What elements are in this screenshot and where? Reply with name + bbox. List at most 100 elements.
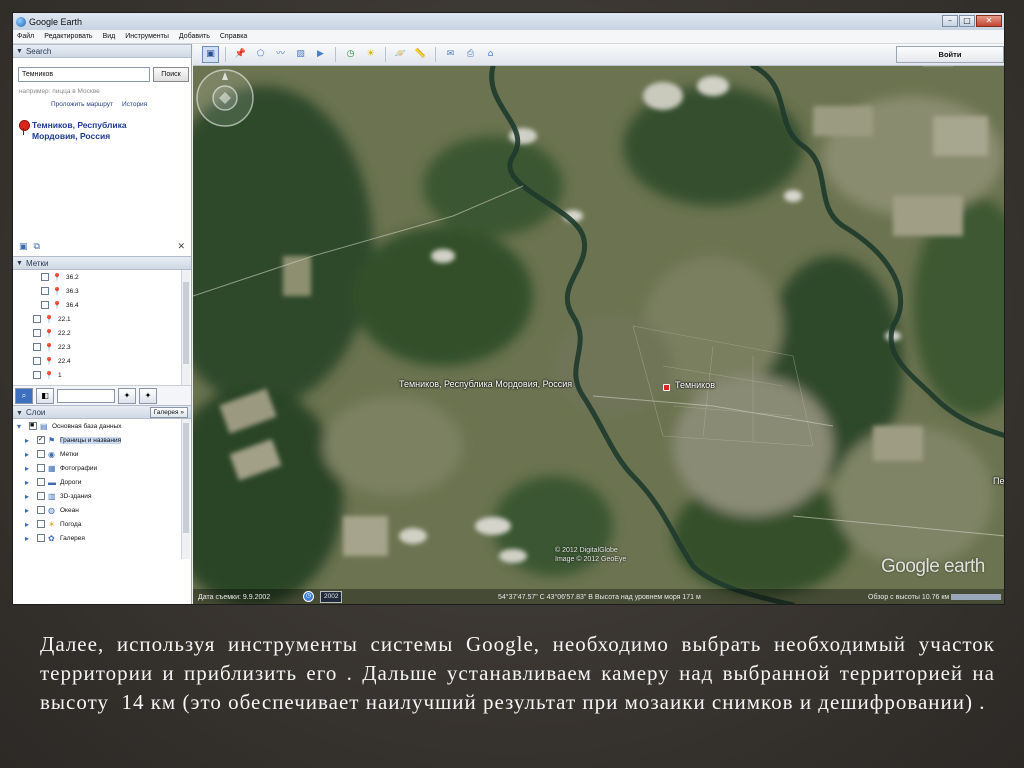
list-item[interactable]: 📍 1	[13, 368, 191, 382]
add-placemark-icon[interactable]: 📌	[232, 46, 249, 63]
search-hint: например: пицца в Москве	[19, 88, 100, 95]
add-path-icon[interactable]: 〰	[272, 46, 289, 63]
print-icon[interactable]: ⎙	[462, 46, 479, 63]
expand-triangle-icon[interactable]: ▸	[25, 436, 34, 445]
list-item[interactable]: 📍 22.1	[13, 312, 191, 326]
email-icon[interactable]: ✉	[442, 46, 459, 63]
move-down-icon[interactable]: ✦	[139, 387, 157, 404]
checkbox[interactable]: ✓	[37, 436, 45, 444]
menu-tools[interactable]: Инструменты	[125, 33, 169, 40]
checkbox[interactable]	[41, 273, 49, 281]
copy-icon[interactable]: ⧉	[34, 242, 40, 252]
expand-triangle-icon[interactable]: ▸	[25, 534, 34, 543]
gallery-icon: ✿	[48, 533, 55, 543]
expand-triangle-icon[interactable]: ▸	[25, 506, 34, 515]
checkbox[interactable]	[37, 450, 45, 458]
search-result-text[interactable]: Темников, Республика Мордовия, Россия	[32, 120, 172, 142]
checkbox[interactable]: ■	[29, 422, 37, 430]
historical-imagery-clock-icon[interactable]: ◷	[303, 591, 314, 602]
imagery-year-badge[interactable]: 2002	[320, 591, 343, 603]
list-item[interactable]: ▸ ◉ Метки	[13, 447, 191, 461]
layers-panel-header[interactable]: ▼ Слои Галерея »	[13, 405, 191, 419]
gallery-button[interactable]: Галерея »	[149, 406, 188, 418]
list-item[interactable]: 📍 22.3	[13, 340, 191, 354]
menu-edit[interactable]: Редактировать	[44, 33, 92, 40]
search-input[interactable]	[18, 67, 150, 82]
menu-view[interactable]: Вид	[103, 33, 116, 40]
minimize-button[interactable]: –	[942, 15, 958, 27]
expand-triangle-icon[interactable]: ▾	[17, 422, 26, 431]
list-item[interactable]: ▸ ▥ 3D-здания	[13, 489, 191, 503]
add-polygon-icon[interactable]: ⬠	[252, 46, 269, 63]
place-label[interactable]: Темников, Республика Мордовия, Россия	[399, 379, 572, 389]
ruler-icon[interactable]: 📏	[412, 46, 429, 63]
checkbox[interactable]	[37, 464, 45, 472]
checkbox[interactable]	[33, 371, 41, 379]
menu-help[interactable]: Справка	[220, 33, 247, 40]
places-filter-input[interactable]	[57, 388, 115, 403]
places-scrollbar[interactable]	[181, 270, 190, 385]
checkbox[interactable]	[37, 534, 45, 542]
list-item[interactable]: ▸ ☀ Погода	[13, 517, 191, 531]
list-item[interactable]: 📍 36.4	[13, 298, 191, 312]
sign-in-button[interactable]: Войти	[896, 46, 1004, 63]
list-item[interactable]: 📍 22.4	[13, 354, 191, 368]
record-tour-icon[interactable]: ▶	[312, 46, 329, 63]
checkbox[interactable]	[37, 478, 45, 486]
checkbox[interactable]	[33, 357, 41, 365]
historical-imagery-icon[interactable]: ◷	[342, 46, 359, 63]
sidebar-toggle-icon[interactable]: ▣	[202, 46, 219, 63]
list-item[interactable]: 📍 36.3	[13, 284, 191, 298]
checkbox[interactable]	[33, 315, 41, 323]
save-to-places-icon[interactable]: ▣	[19, 242, 28, 252]
close-button[interactable]: ✕	[976, 15, 1002, 27]
maps-link-icon[interactable]: ⌂	[482, 46, 499, 63]
list-item[interactable]: 📍 36.2	[13, 270, 191, 284]
expand-triangle-icon[interactable]: ▸	[25, 492, 34, 501]
checkbox[interactable]	[37, 492, 45, 500]
search-button[interactable]: Поиск	[153, 67, 189, 82]
scrollbar-thumb[interactable]	[183, 282, 189, 364]
menu-file[interactable]: Файл	[17, 33, 34, 40]
expand-triangle-icon[interactable]: ▸	[25, 464, 34, 473]
satellite-map-view[interactable]: Темников, Республика Мордовия, Россия Те…	[193, 66, 1004, 604]
menu-add[interactable]: Добавить	[179, 33, 210, 40]
add-overlay-icon[interactable]: ▨	[292, 46, 309, 63]
clear-search-icon[interactable]: ✕	[177, 242, 185, 252]
town-marker-icon[interactable]	[663, 384, 670, 391]
list-item[interactable]: ▸ ◍ Океан	[13, 503, 191, 517]
navigation-compass-icon[interactable]	[193, 66, 257, 130]
expand-triangle-icon[interactable]: ▸	[25, 520, 34, 529]
search-places-icon[interactable]: ⌕	[15, 387, 33, 404]
route-link[interactable]: Проложить маршрут	[51, 101, 113, 108]
town-label[interactable]: Темников	[675, 380, 715, 390]
expand-triangle-icon[interactable]: ▸	[25, 450, 34, 459]
checkbox[interactable]	[37, 506, 45, 514]
list-item[interactable]: 📍 22.2	[13, 326, 191, 340]
view-toggle-icon[interactable]: ◧	[36, 387, 54, 404]
checkbox[interactable]	[33, 343, 41, 351]
planet-switch-icon[interactable]: 🪐	[392, 46, 409, 63]
maximize-button[interactable]: □	[959, 15, 975, 27]
checkbox[interactable]	[33, 329, 41, 337]
checkbox[interactable]	[37, 520, 45, 528]
building-icon: ▥	[48, 491, 56, 501]
layers-scrollbar[interactable]	[181, 419, 190, 559]
checkbox[interactable]	[41, 301, 49, 309]
history-link[interactable]: История	[122, 101, 147, 108]
edge-place-label[interactable]: Пе	[993, 476, 1004, 486]
list-item[interactable]: ▸ ▬ Дороги	[13, 475, 191, 489]
move-up-icon[interactable]: ✦	[118, 387, 136, 404]
checkbox[interactable]	[41, 287, 49, 295]
list-item[interactable]: ▸ ✓ ⚑ Границы и названия	[13, 433, 191, 447]
expand-triangle-icon[interactable]: ▸	[25, 478, 34, 487]
scrollbar-thumb[interactable]	[183, 423, 189, 533]
list-item[interactable]: ▸ ✿ Галерея	[13, 531, 191, 545]
road-icon: ▬	[48, 477, 56, 487]
list-item[interactable]: ▾ ■ ▤ Основная база данных	[13, 419, 191, 433]
search-panel-header[interactable]: ▼ Search	[13, 44, 191, 58]
search-result[interactable]: Темников, Республика Мордовия, Россия	[19, 120, 172, 142]
list-item[interactable]: ▸ ▦ Фотографии	[13, 461, 191, 475]
places-panel-header[interactable]: ▼ Метки	[13, 256, 191, 270]
sunlight-icon[interactable]: ☀	[362, 46, 379, 63]
